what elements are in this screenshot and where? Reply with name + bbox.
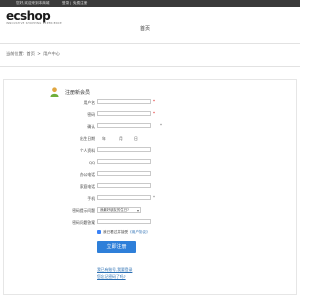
qq-label: QQ	[89, 160, 95, 165]
mobile-input[interactable]	[97, 195, 151, 200]
birthday-day[interactable]: 日	[134, 136, 138, 142]
qq-input[interactable]	[97, 159, 151, 164]
question-select[interactable]: 我最好朋友的生日?	[97, 207, 141, 213]
logo-tagline: INNOVATIVE SHOPPING EXPERIENCE	[6, 22, 62, 25]
breadcrumb-current: 用户中心	[43, 51, 60, 56]
office-phone-label: 办公电话	[79, 172, 95, 177]
mobile-note: *	[153, 195, 155, 200]
office-phone-input[interactable]	[97, 171, 151, 176]
breadcrumb-divider	[0, 66, 300, 67]
answer-label: 密码问题答案	[72, 220, 95, 225]
login-link[interactable]: 登录	[62, 1, 69, 6]
confirm-input[interactable]	[97, 123, 151, 128]
register-button[interactable]: 立即注册	[97, 241, 136, 253]
birthday-label: 出生日期	[79, 136, 95, 141]
agreement-link[interactable]: 《用户协议》	[128, 230, 150, 234]
username-label: 用户名	[83, 100, 95, 105]
username-required: *	[153, 99, 155, 104]
welcome-text: 您好,欢迎来到本商城	[16, 1, 50, 5]
user-icon	[50, 87, 59, 97]
profile-input[interactable]	[97, 147, 151, 152]
page-title: 首页	[140, 26, 151, 32]
username-input[interactable]	[97, 99, 151, 104]
forgot-password-link[interactable]: 您忘记密码了吗?	[97, 274, 126, 280]
breadcrumb-home[interactable]: 首页	[27, 51, 35, 56]
confirm-label: 确认	[87, 124, 95, 129]
login-existing-link[interactable]: 我已有账号,我要登录	[97, 267, 132, 273]
agree-text: 我已看过并接受《用户协议》	[103, 230, 150, 235]
mobile-label: 手机	[87, 196, 95, 201]
top-bar: 您好,欢迎来到本商城 登录 | 免费注册	[0, 0, 300, 7]
question-label: 密码提示问题	[72, 208, 95, 213]
profile-label: 个人资料	[79, 148, 95, 153]
home-phone-input[interactable]	[97, 183, 151, 188]
confirm-note: *	[160, 123, 162, 128]
password-required: *	[153, 111, 155, 116]
site-logo[interactable]: ecshop	[6, 9, 51, 23]
agree-checkbox[interactable]	[97, 230, 101, 234]
topbar-separator: |	[70, 1, 72, 5]
birthday-month[interactable]: 月	[119, 136, 123, 142]
breadcrumb: 当前位置: 首页 > 用户中心	[6, 51, 61, 57]
password-label: 密码	[87, 112, 95, 117]
password-input[interactable]	[97, 111, 151, 116]
breadcrumb-label: 当前位置:	[6, 51, 25, 56]
birthday-year[interactable]: 年	[102, 136, 106, 142]
header-divider	[0, 43, 300, 44]
agree-label: 我已看过并接受	[103, 230, 129, 234]
answer-input[interactable]	[97, 219, 151, 224]
home-phone-label: 家庭电话	[79, 184, 95, 189]
register-link[interactable]: 免费注册	[73, 1, 87, 6]
register-title: 注册新会员	[65, 90, 91, 96]
breadcrumb-separator: >	[37, 51, 41, 56]
